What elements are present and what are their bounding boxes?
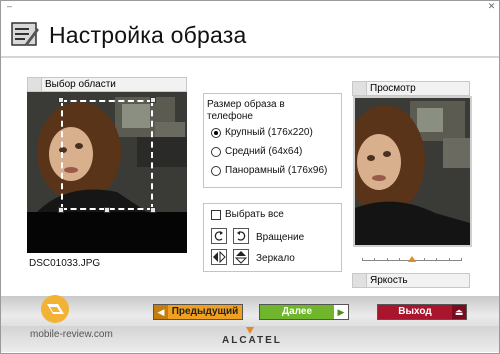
slider-tick xyxy=(436,258,437,261)
size-large-label[interactable]: Крупный (176x220) xyxy=(225,127,313,138)
header: Настройка образа xyxy=(1,12,499,54)
selection-handle[interactable] xyxy=(150,97,156,103)
prev-button[interactable]: ◀ Предыдущий xyxy=(153,304,243,320)
file-name: DSC01033.JPG xyxy=(29,258,101,269)
brand-mark-icon xyxy=(246,327,254,334)
area-photo[interactable] xyxy=(27,92,187,253)
size-panoramic-radio[interactable] xyxy=(211,166,221,176)
minimize-button[interactable]: – xyxy=(5,2,14,11)
select-all-checkbox[interactable] xyxy=(211,210,221,220)
preview-photo xyxy=(353,96,472,247)
mirror-vertical-icon[interactable] xyxy=(233,249,249,265)
arrow-left-icon: ◀ xyxy=(154,305,168,319)
arrow-right-icon: ▶ xyxy=(334,305,348,319)
brand-name: ALCATEL xyxy=(222,335,282,346)
settings-tool-icon xyxy=(11,22,39,46)
panel-marker-icon xyxy=(353,274,367,287)
panel-marker-icon xyxy=(353,82,367,95)
slider-tick xyxy=(387,258,388,261)
exit-button[interactable]: Выход ⏏ xyxy=(377,304,467,320)
mirror-horizontal-icon[interactable] xyxy=(211,249,227,265)
next-button[interactable]: Далее ▶ xyxy=(259,304,349,320)
slider-tick xyxy=(449,258,450,261)
preview-panel-header: Просмотр xyxy=(352,81,470,96)
selection-handle[interactable] xyxy=(104,207,110,213)
slider-tick xyxy=(424,258,425,261)
area-panel-header: Выбор области xyxy=(27,77,187,92)
selection-handle[interactable] xyxy=(150,207,156,213)
slider-tick xyxy=(374,258,375,261)
rotate-label: Вращение xyxy=(256,232,305,243)
next-button-label: Далее xyxy=(281,306,313,317)
title-bar: – ✕ xyxy=(1,1,499,11)
brightness-header: Яркость xyxy=(352,273,470,288)
size-panoramic-label[interactable]: Панорамный (176x96) xyxy=(225,165,327,176)
slider-tick xyxy=(461,258,462,261)
selection-handle[interactable] xyxy=(58,207,64,213)
selection-handle[interactable] xyxy=(58,97,64,103)
rotate-left-icon[interactable] xyxy=(211,228,227,244)
select-all-label[interactable]: Выбрать все xyxy=(225,209,284,220)
size-medium-radio[interactable] xyxy=(211,147,221,157)
slider-tick xyxy=(362,258,363,261)
preview-panel-label: Просмотр xyxy=(370,83,416,94)
exit-button-label: Выход xyxy=(398,306,432,317)
panel-marker-icon xyxy=(28,78,42,91)
brightness-slider-thumb[interactable] xyxy=(408,256,416,262)
close-button[interactable]: ✕ xyxy=(487,2,496,11)
preview-image xyxy=(355,98,470,245)
page-title: Настройка образа xyxy=(49,22,247,48)
mirror-label: Зеркало xyxy=(256,253,295,264)
brightness-label: Яркость xyxy=(370,275,408,286)
site-logo-icon xyxy=(41,295,69,323)
size-medium-label[interactable]: Средний (64x64) xyxy=(225,146,302,157)
eject-icon: ⏏ xyxy=(452,305,466,319)
slider-tick xyxy=(399,258,400,261)
size-panel-label: Размер образа в телефоне xyxy=(207,99,285,122)
area-panel-label: Выбор области xyxy=(45,79,116,90)
size-large-radio[interactable] xyxy=(211,128,221,138)
selection-rectangle[interactable] xyxy=(61,100,153,210)
site-name: mobile-review.com xyxy=(30,329,113,340)
prev-button-label: Предыдущий xyxy=(171,306,239,317)
rotate-right-icon[interactable] xyxy=(233,228,249,244)
